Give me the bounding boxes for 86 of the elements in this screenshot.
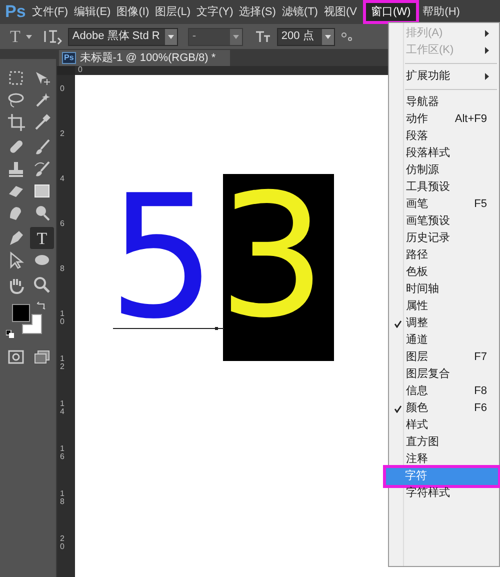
menu-item[interactable]: 调整	[391, 315, 497, 332]
ruler-label: 4	[60, 175, 64, 183]
font-family-dropdown[interactable]: Adobe 黑体 Std R	[68, 28, 178, 46]
menu-item[interactable]: 属性	[391, 298, 497, 315]
marquee-icon	[7, 69, 25, 87]
submenu-arrow-icon	[485, 47, 489, 54]
ruler-label: 16	[60, 445, 64, 461]
ruler-label: 12	[60, 355, 64, 371]
canvas-text: 5	[108, 190, 216, 326]
submenu-arrow-icon	[485, 73, 489, 80]
font-size-icon	[255, 28, 272, 44]
check-icon	[394, 320, 402, 328]
menu-bar-item[interactable]: 视图(V	[322, 4, 359, 20]
menu-bar-item[interactable]: 选择(S)	[237, 4, 278, 20]
stamp-icon	[7, 160, 25, 178]
menu-item[interactable]: 时间轴	[391, 281, 497, 298]
caret-icon	[26, 34, 32, 38]
eyedropper-icon	[33, 113, 51, 131]
menu-item[interactable]: 图层 F7	[391, 349, 497, 366]
foreground-color-swatch[interactable]	[12, 304, 30, 322]
type-tool[interactable]: T	[30, 227, 54, 249]
menu-item[interactable]: 样式	[391, 417, 497, 434]
menu-item[interactable]: 颜色 F6	[391, 400, 497, 417]
ruler-label: 14	[60, 400, 64, 416]
ruler-label: 2	[60, 130, 64, 138]
brush-icon	[33, 138, 51, 156]
menu-bar-item[interactable]: 窗口(W)	[362, 0, 419, 24]
menu-bar-item[interactable]: 滤镜(T)	[280, 4, 320, 20]
menu-bar-item[interactable]: 图像(I)	[114, 4, 152, 20]
caret-icon	[233, 34, 240, 38]
menu-bar-item[interactable]: 图层(L)	[153, 4, 193, 20]
menu-item[interactable]: 画笔 F5	[391, 196, 497, 213]
app-logo: Ps	[4, 1, 27, 24]
submenu-arrow-icon	[485, 30, 489, 37]
history-icon	[33, 160, 51, 178]
menu-item[interactable]: 历史记录	[391, 230, 497, 247]
menu-item[interactable]: 色板	[391, 264, 497, 281]
ruler-label: 18	[60, 490, 64, 506]
menu-item[interactable]: 段落样式	[391, 145, 497, 162]
menu-item[interactable]: 仿制源	[391, 162, 497, 179]
canvas-text: 3	[218, 189, 326, 325]
lasso-icon	[7, 91, 25, 109]
menu-item[interactable]: 路径	[391, 247, 497, 264]
menu-item[interactable]: 扩展功能	[391, 68, 497, 85]
text-orientation-icon	[44, 28, 62, 44]
caret-icon	[168, 34, 174, 38]
caret-icon	[325, 34, 332, 38]
document-icon: Ps	[62, 52, 76, 64]
menu-item[interactable]: 信息 F8	[391, 383, 497, 400]
hand-icon	[7, 276, 25, 294]
document-title: 未标题-1 @ 100%(RGB/8) *	[80, 50, 216, 66]
quick-mask-icon	[8, 350, 24, 364]
tool-preset-icon[interactable]: T	[10, 24, 20, 50]
menu-item[interactable]: 通道	[391, 332, 497, 349]
zoom-icon	[33, 276, 51, 294]
ruler-label: 20	[60, 535, 64, 551]
menu-item[interactable]: 直方图	[391, 434, 497, 451]
menu-item[interactable]: 段落	[391, 128, 497, 145]
font-style-dropdown[interactable]: -	[188, 28, 244, 46]
menu-bar-item[interactable]: 帮助(H)	[420, 4, 462, 20]
font-size-dropdown[interactable]: 200 点	[277, 28, 336, 46]
default-colors-icon	[6, 330, 14, 338]
menu-item[interactable]: 图层复合	[391, 366, 497, 383]
menu-item[interactable]: 注释	[391, 451, 497, 468]
menu-bar-item[interactable]: 文件(F)	[30, 4, 70, 20]
swap-colors-icon	[37, 301, 46, 310]
menu-bar-item[interactable]: 文字(Y)	[194, 4, 236, 20]
crop-icon	[7, 113, 25, 131]
check-icon	[394, 404, 402, 412]
pen-icon	[7, 229, 25, 247]
ruler-label: 0	[78, 65, 82, 75]
document-tab[interactable]: Ps 未标题-1 @ 100%(RGB/8) *	[59, 50, 230, 66]
ruler-label: 6	[60, 220, 64, 228]
move-icon	[33, 69, 51, 87]
menu-item[interactable]: 工具预设	[391, 179, 497, 196]
ruler-label: 0	[60, 85, 64, 93]
menu-item[interactable]: 导航器	[391, 94, 497, 111]
anti-alias-icon	[341, 30, 354, 42]
menu-item[interactable]: 动作 Alt+F9	[391, 111, 497, 128]
menu-item[interactable]: 字符样式	[391, 485, 497, 502]
background-color-swatch[interactable]	[22, 314, 42, 334]
menu-bar-item[interactable]: 编辑(E)	[72, 4, 113, 20]
ruler-label: 10	[60, 310, 64, 326]
screen-mode-icon	[34, 350, 50, 364]
menu-item[interactable]: 画笔预设	[391, 213, 497, 230]
ruler-label: 8	[60, 265, 64, 273]
